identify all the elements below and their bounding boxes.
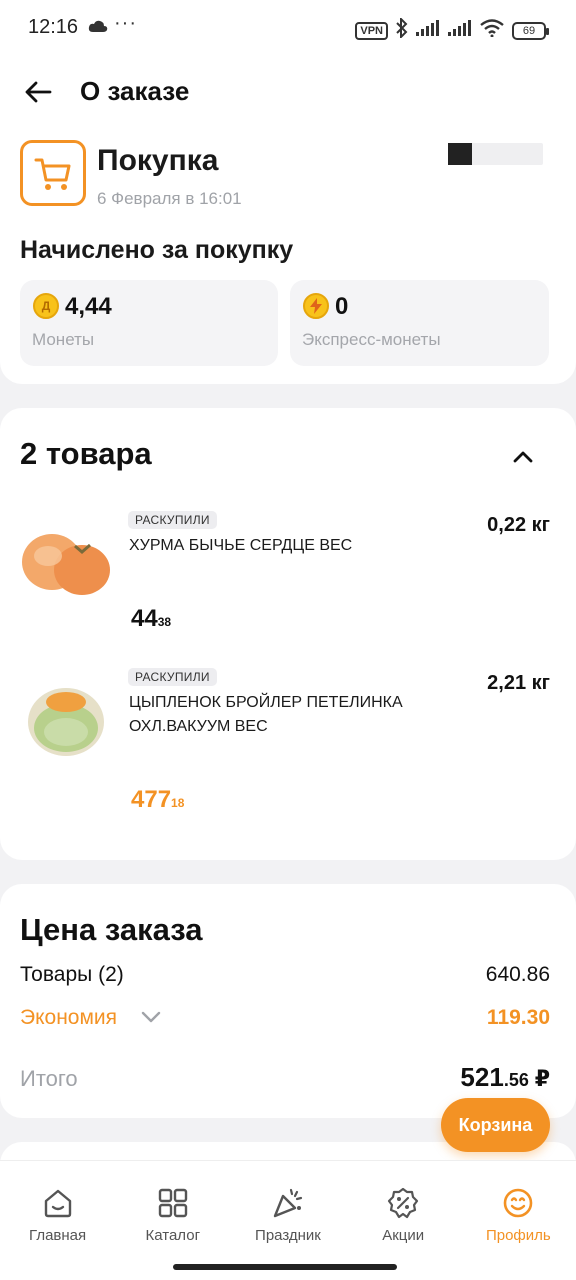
collapse-button[interactable]	[506, 440, 540, 474]
home-icon	[40, 1185, 76, 1221]
accrued-title: Начислено за покупку	[20, 236, 294, 264]
summary-title: Цена заказа	[20, 912, 203, 947]
signal-icon	[416, 20, 440, 41]
persimmon-image	[22, 534, 110, 595]
cloud-icon	[88, 20, 108, 38]
status-icons: VPN 69	[355, 16, 549, 43]
chevron-up-icon	[513, 451, 533, 463]
nav-item-home[interactable]: Главная	[0, 1161, 115, 1280]
battery-icon: 69	[512, 21, 549, 40]
catalog-icon	[155, 1185, 191, 1221]
coin-icon: Д	[33, 293, 59, 319]
barcode-placeholder[interactable]	[448, 143, 543, 165]
profile-icon	[500, 1185, 536, 1221]
celebration-icon	[270, 1185, 306, 1221]
economy-value: 119.30	[486, 1006, 550, 1029]
items-card: 2 товара РАСКУПИЛИ ХУРМА БЫЧЬЕ СЕРДЦЕ ВЕ…	[0, 408, 576, 860]
nav-label: Профиль	[485, 1227, 551, 1244]
total-value: 521.56 ₽	[460, 1062, 550, 1093]
product-name: ХУРМА БЫЧЬЕ СЕРДЦЕ ВЕС	[129, 537, 353, 554]
nav-item-holiday[interactable]: Праздник	[230, 1161, 345, 1280]
vpn-icon: VPN	[355, 21, 388, 40]
nav-label: Акции	[382, 1227, 425, 1244]
chevron-down-icon	[141, 1011, 161, 1023]
express-coins-value: 0	[335, 293, 349, 320]
nav-item-catalog[interactable]: Каталог	[115, 1161, 230, 1280]
bottom-nav: Главная Каталог Праздник Акции Профиль	[0, 1160, 576, 1280]
items-title: 2 товара	[20, 436, 152, 471]
total-fraction: .56	[503, 1070, 529, 1090]
status-time: 12:16	[28, 16, 79, 38]
nav-label: Каталог	[145, 1227, 201, 1244]
more-status-icon: ···	[114, 12, 137, 34]
product-price: 47718	[131, 786, 184, 814]
discount-icon	[385, 1185, 421, 1221]
sold-out-badge: РАСКУПИЛИ	[128, 668, 217, 686]
chicken-image	[28, 688, 104, 756]
nav-label: Главная	[29, 1227, 87, 1244]
bluetooth-icon	[396, 16, 408, 43]
express-coin-icon	[303, 293, 329, 319]
product-price: 4438	[131, 605, 171, 633]
arrow-left-icon	[25, 81, 52, 103]
express-coins-label: Экспресс-монеты	[302, 330, 441, 349]
signal-icon	[448, 20, 472, 41]
nav-item-profile[interactable]: Профиль	[461, 1161, 576, 1280]
coins-box: Д 4,44 Монеты	[20, 280, 278, 366]
nav-label: Праздник	[255, 1227, 321, 1244]
total-label: Итого	[20, 1066, 78, 1091]
coins-label: Монеты	[32, 330, 95, 349]
price-fraction: 18	[171, 796, 185, 810]
product-name: ЦЫПЛЕНОК БРОЙЛЕР ПЕТЕЛИНКА ОХЛ.ВАКУУМ ВЕ…	[129, 694, 403, 735]
price-integer: 44	[131, 605, 158, 632]
cart-icon	[20, 140, 86, 206]
cart-button[interactable]: Корзина	[441, 1098, 550, 1152]
nav-item-promotions[interactable]: Акции	[346, 1161, 461, 1280]
product-quantity: 2,21 кг	[487, 672, 550, 694]
back-button[interactable]	[18, 72, 58, 112]
goods-value: 640.86	[485, 963, 550, 986]
total-integer: 521	[460, 1062, 504, 1092]
price-fraction: 38	[157, 615, 172, 629]
order-price-card: Цена заказа Товары (2) 640.86 Экономия 1…	[0, 884, 576, 1118]
purchase-date: 6 Февраля в 16:01	[97, 189, 242, 208]
sold-out-badge: РАСКУПИЛИ	[128, 511, 217, 529]
app-header: О заказе	[0, 60, 576, 126]
wifi-icon	[480, 19, 504, 42]
product-quantity: 0,22 кг	[487, 514, 550, 536]
goods-label: Товары (2)	[20, 963, 124, 986]
status-bar: 12:16 ··· VPN 69	[0, 0, 576, 60]
currency-sign: ₽	[534, 1066, 550, 1091]
coins-value: 4,44	[65, 293, 112, 320]
price-integer: 477	[131, 786, 172, 813]
home-indicator	[173, 1264, 397, 1270]
page-title: О заказе	[80, 76, 190, 106]
purchase-card: Покупка 6 Февраля в 16:01 Начислено за п…	[0, 120, 576, 384]
purchase-title: Покупка	[97, 144, 219, 177]
economy-label: Экономия	[20, 1006, 118, 1029]
express-coins-box: 0 Экспресс-монеты	[290, 280, 549, 366]
